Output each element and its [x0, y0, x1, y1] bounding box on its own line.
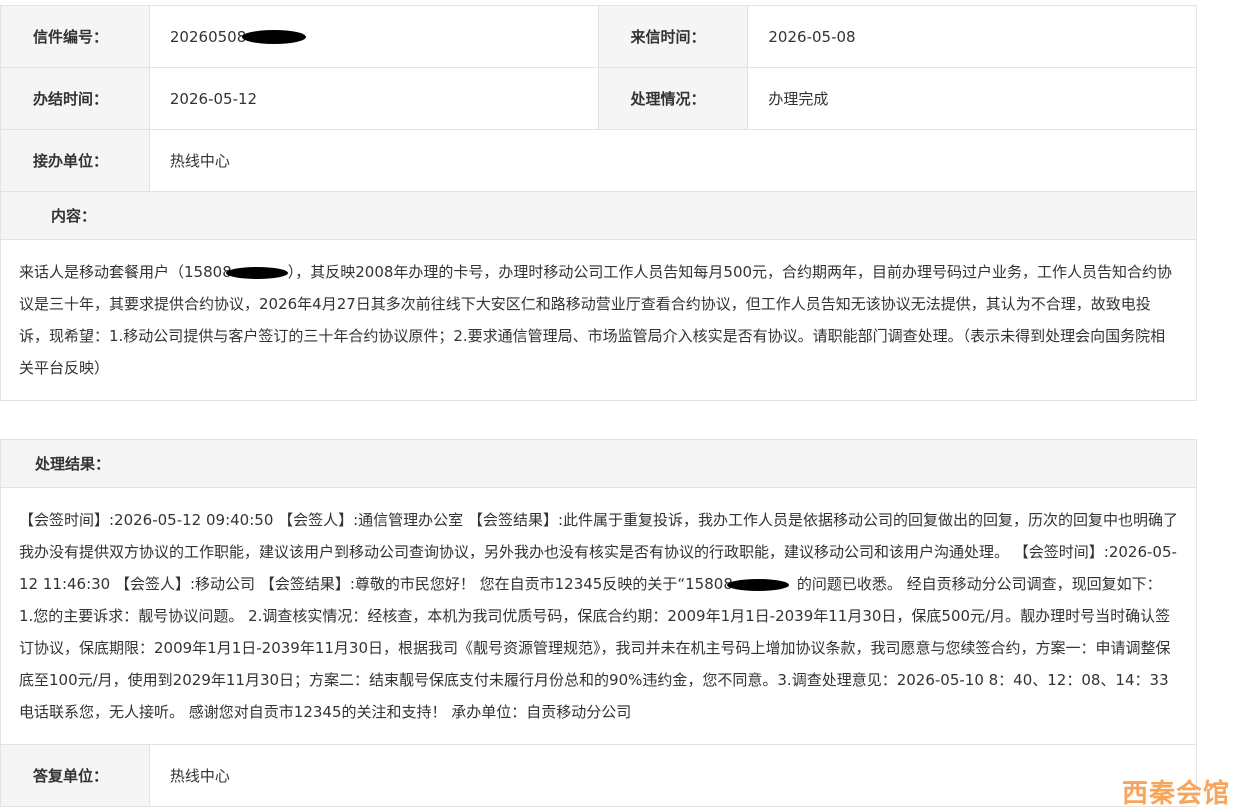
received-label: 来信时间： — [597, 5, 749, 68]
content-body: 来话人是移动套餐用户（15808 ），其反映2008年办理的卡号，办理时移动公司工… — [0, 239, 1197, 401]
content-header: 内容： — [0, 191, 1197, 240]
info-row: 信件编号： 20260508 来信时间： 2026-05-08 — [0, 5, 1197, 68]
reply-label: 答复单位： — [0, 744, 150, 807]
content-phone-prefix: 15808 — [184, 263, 232, 281]
watermark-logo: 西秦会馆 — [1121, 779, 1230, 809]
handler-label: 接办单位： — [0, 129, 150, 192]
reply-row: 答复单位： 热线中心 — [0, 744, 1198, 807]
letter-no-text: 20260508 — [169, 27, 247, 46]
status-value: 办理完成 — [747, 67, 1197, 130]
info-table: 信件编号： 20260508 来信时间： 2026-05-08 办结时间： 20… — [0, 5, 1198, 401]
result-body: 【会签时间】:2026-05-12 09:40:50 【会签人】:通信管理办公室… — [0, 487, 1197, 745]
redaction-mark — [242, 30, 307, 44]
result-header: 处理结果： — [0, 439, 1197, 488]
content-text-before: 来话人是移动套餐用户（ — [19, 263, 185, 281]
handler-value: 热线中心 — [148, 129, 1198, 192]
content-header-row: 内容： — [0, 191, 1197, 240]
result-body-row: 【会签时间】:2026-05-12 09:40:50 【会签人】:通信管理办公室… — [0, 487, 1197, 745]
received-value: 2026-05-08 — [747, 5, 1197, 68]
result-text-after: 的问题已收悉。 经自贡移动分公司调查，现回复如下： 1.您的主要诉求：靓号协议问… — [19, 575, 1171, 721]
info-row: 办结时间： 2026-05-12 处理情况： 办理完成 — [0, 67, 1197, 130]
letter-no-label: 信件编号： — [0, 5, 150, 68]
reply-value: 热线中心 — [148, 744, 1198, 807]
result-table: 处理结果： 【会签时间】:2026-05-12 09:40:50 【会签人】:通… — [0, 439, 1198, 807]
result-phone-prefix: 15808 — [685, 575, 733, 593]
status-label: 处理情况： — [597, 67, 749, 130]
info-row: 接办单位： 热线中心 — [0, 129, 1198, 192]
redaction-mark — [726, 578, 789, 591]
closed-value: 2026-05-12 — [148, 67, 599, 130]
redaction-mark — [225, 266, 288, 279]
letter-no-value: 20260508 — [148, 5, 599, 68]
result-header-row: 处理结果： — [0, 439, 1197, 488]
content-body-row: 来话人是移动套餐用户（15808 ），其反映2008年办理的卡号，办理时移动公司工… — [0, 239, 1197, 401]
closed-label: 办结时间： — [0, 67, 150, 130]
